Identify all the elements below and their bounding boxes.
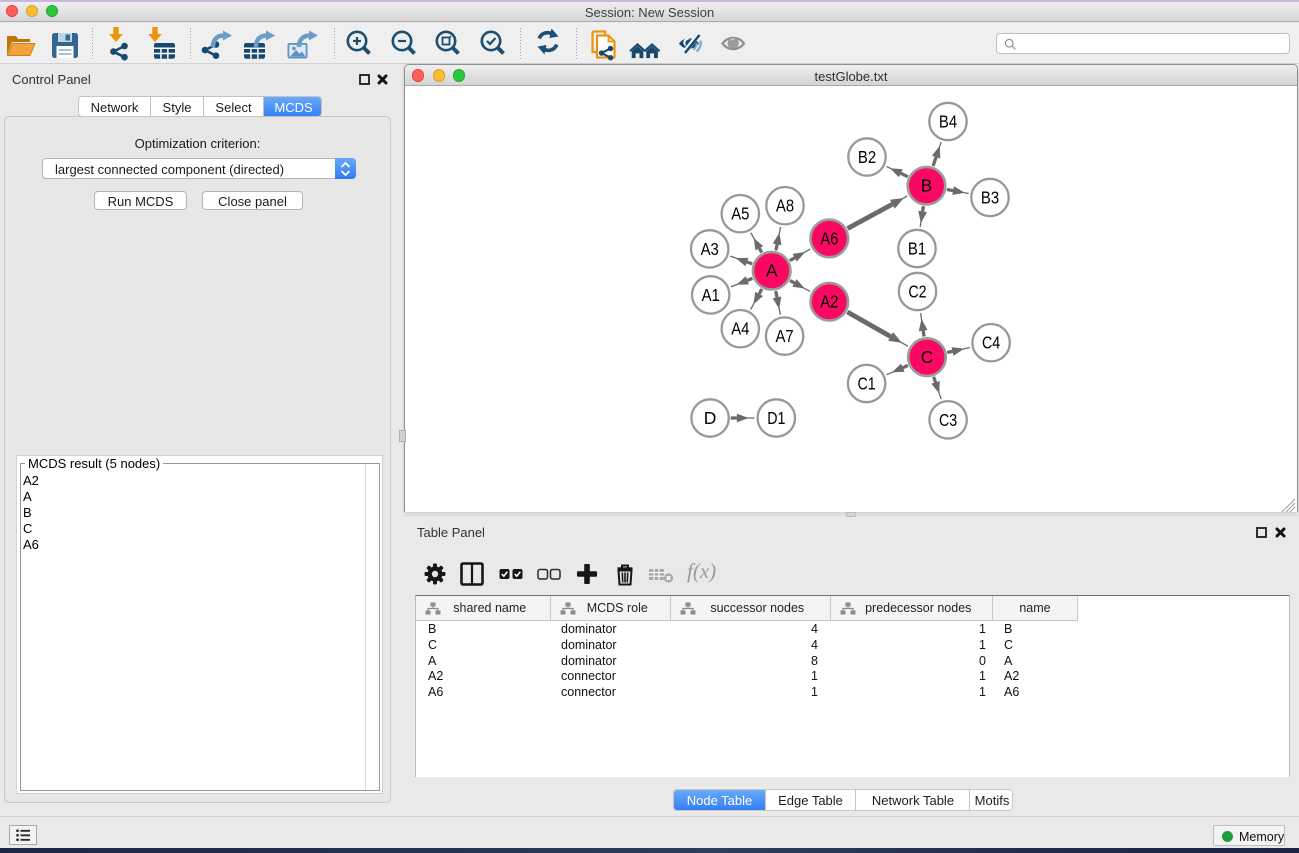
svg-text:B2: B2 (858, 147, 876, 167)
svg-text:A6: A6 (820, 228, 838, 248)
svg-text:D: D (704, 408, 717, 428)
svg-text:B4: B4 (939, 112, 957, 132)
svg-text:C4: C4 (982, 333, 1000, 353)
svg-text:C1: C1 (858, 374, 876, 394)
svg-text:C: C (921, 347, 934, 367)
svg-text:B1: B1 (908, 239, 926, 259)
svg-text:A3: A3 (701, 239, 719, 259)
svg-text:C2: C2 (908, 282, 926, 302)
svg-text:A8: A8 (776, 196, 794, 216)
svg-text:B3: B3 (981, 188, 999, 208)
svg-text:C3: C3 (939, 410, 957, 430)
svg-text:B: B (921, 176, 933, 196)
svg-text:A: A (766, 261, 778, 281)
svg-text:A7: A7 (776, 326, 794, 346)
svg-text:A4: A4 (731, 319, 749, 339)
svg-text:D1: D1 (767, 408, 785, 428)
svg-text:A5: A5 (731, 204, 749, 224)
svg-text:A1: A1 (702, 285, 720, 305)
svg-text:A2: A2 (820, 292, 838, 312)
